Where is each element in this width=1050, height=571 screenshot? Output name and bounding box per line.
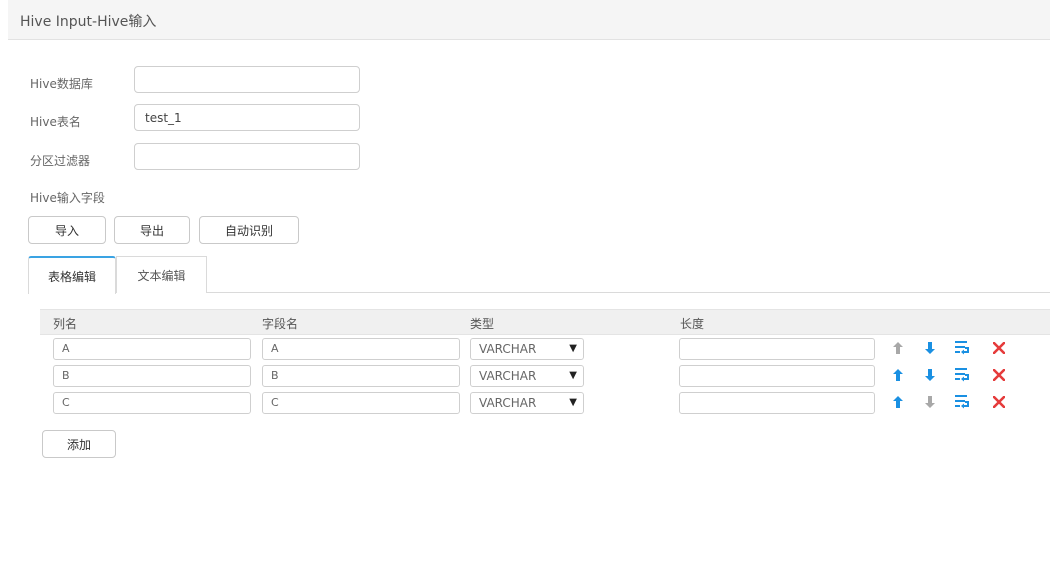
column-name-input[interactable]: A (53, 338, 251, 360)
tab-text-edit[interactable]: 文本编辑 (116, 256, 207, 293)
insert-row-icon[interactable] (954, 339, 970, 357)
table-name-label: Hive表名 (30, 115, 81, 129)
field-name-input[interactable]: B (262, 365, 460, 387)
length-input[interactable] (679, 392, 875, 414)
tab-table-edit[interactable]: 表格编辑 (28, 256, 116, 294)
partition-filter-input[interactable] (134, 143, 360, 170)
type-select[interactable]: VARCHAR ▼ (470, 365, 584, 387)
dialog-title: Hive Input-Hive输入 (20, 14, 157, 30)
column-header-type: 类型 (470, 317, 495, 331)
table-row: A A VARCHAR ▼ (8, 337, 1050, 363)
title-bar: Hive Input-Hive输入 (8, 0, 1050, 40)
move-up-icon[interactable] (890, 339, 906, 357)
type-select-value: VARCHAR (479, 369, 537, 383)
input-fields-section-label: Hive输入字段 (30, 191, 105, 205)
database-label: Hive数据库 (30, 77, 93, 91)
type-select-value: VARCHAR (479, 342, 537, 356)
field-name-input[interactable]: A (262, 338, 460, 360)
table-header: 列名 字段名 类型 长度 (40, 309, 1050, 335)
caret-down-icon: ▼ (569, 343, 577, 354)
insert-row-icon[interactable] (954, 366, 970, 384)
type-select[interactable]: VARCHAR ▼ (470, 392, 584, 414)
column-header-length: 长度 (680, 317, 705, 331)
field-name-input[interactable]: C (262, 392, 460, 414)
column-header-field-name: 字段名 (262, 317, 299, 331)
delete-row-icon[interactable] (991, 339, 1007, 357)
move-down-icon[interactable] (922, 366, 938, 384)
move-up-icon[interactable] (890, 366, 906, 384)
length-input[interactable] (679, 338, 875, 360)
type-select-value: VARCHAR (479, 396, 537, 410)
column-name-input[interactable]: B (53, 365, 251, 387)
database-input[interactable] (134, 66, 360, 93)
delete-row-icon[interactable] (991, 366, 1007, 384)
move-down-icon[interactable] (922, 339, 938, 357)
table-row: B B VARCHAR ▼ (8, 364, 1050, 390)
caret-down-icon: ▼ (569, 397, 577, 408)
move-up-icon[interactable] (890, 393, 906, 411)
add-row-button[interactable]: 添加 (42, 430, 116, 458)
import-button[interactable]: 导入 (28, 216, 106, 244)
export-button[interactable]: 导出 (114, 216, 190, 244)
length-input[interactable] (679, 365, 875, 387)
type-select[interactable]: VARCHAR ▼ (470, 338, 584, 360)
table-name-input[interactable] (134, 104, 360, 131)
insert-row-icon[interactable] (954, 393, 970, 411)
caret-down-icon: ▼ (569, 370, 577, 381)
column-name-input[interactable]: C (53, 392, 251, 414)
hive-input-dialog: Hive Input-Hive输入 Hive数据库 Hive表名 分区过滤器 H… (8, 0, 1050, 571)
delete-row-icon[interactable] (991, 393, 1007, 411)
column-header-column-name: 列名 (53, 317, 78, 331)
partition-filter-label: 分区过滤器 (30, 154, 91, 168)
tab-bar: 表格编辑 文本编辑 (28, 256, 1050, 294)
auto-detect-button[interactable]: 自动识别 (199, 216, 299, 244)
table-row: C C VARCHAR ▼ (8, 391, 1050, 417)
move-down-icon[interactable] (922, 393, 938, 411)
